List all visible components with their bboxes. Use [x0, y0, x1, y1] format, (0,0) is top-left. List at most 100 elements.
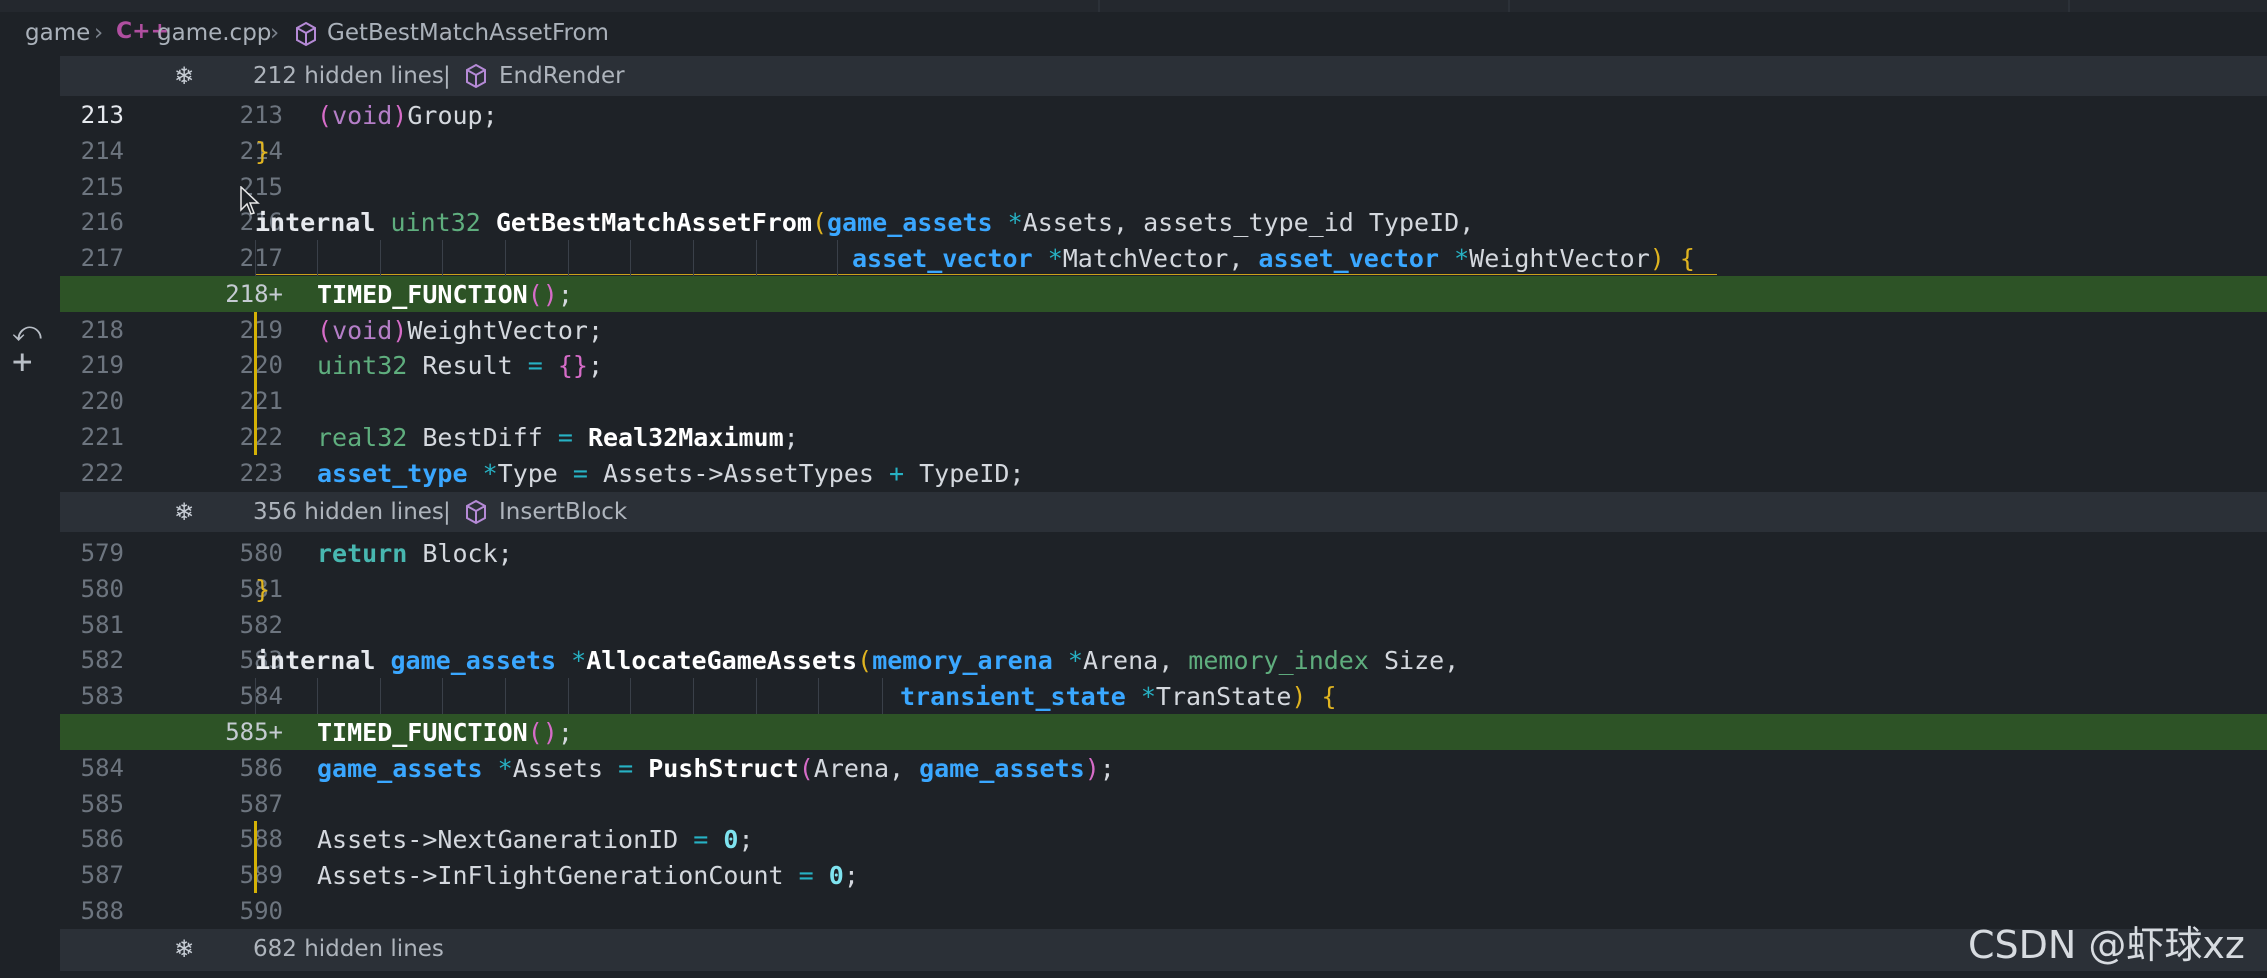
old-line-number: 221: [80, 423, 124, 451]
code-line: 584 586 game_assets *Assets = PushStruct…: [60, 750, 2267, 786]
code-text: (void)Group;: [317, 101, 498, 130]
code-line: 217 217 asset_vector *MatchVector, asset…: [60, 240, 2267, 276]
fold-symbol[interactable]: EndRender: [499, 63, 625, 89]
old-line-number: 213: [80, 101, 124, 129]
code-text: asset_vector *MatchVector, asset_vector …: [852, 244, 1695, 273]
new-line-number: 219: [239, 316, 283, 344]
old-line-number: 584: [80, 754, 124, 782]
code-text: }: [255, 137, 271, 166]
code-text: return Block;: [317, 539, 513, 568]
indent-guide: [882, 678, 883, 714]
code-line: 585 587: [60, 786, 2267, 822]
code-line: 581 582: [60, 607, 2267, 643]
chevron-right-icon: ›: [270, 20, 280, 46]
tab-separator: [1098, 0, 1100, 12]
breadcrumb-folder[interactable]: game: [25, 20, 90, 46]
fold-separator: |: [443, 499, 451, 525]
plus-icon[interactable]: +: [12, 345, 40, 379]
new-line-number: 586: [239, 754, 283, 782]
old-line-number: 579: [80, 539, 124, 567]
code-line: 586 588 Assets->NextGanerationID = 0;: [60, 821, 2267, 857]
code-text: internal uint32 GetBestMatchAssetFrom(ga…: [255, 208, 1475, 237]
code-line: 583 584 transient_state *TranState) {: [60, 678, 2267, 714]
old-line-number: 583: [80, 682, 124, 710]
change-marker: [254, 312, 257, 348]
gutter-strip: ⤺ +: [0, 56, 60, 978]
code-line: 218 219 (void)WeightVector;: [60, 312, 2267, 348]
indent-guide: [837, 240, 838, 276]
code-line: 220 221: [60, 383, 2267, 419]
code-text: asset_type *Type = Assets->AssetTypes + …: [317, 459, 1025, 488]
code-text: TIMED_FUNCTION();: [317, 718, 573, 747]
code-line: 219 220 uint32 Result = {};: [60, 347, 2267, 383]
change-marker: [254, 383, 257, 419]
indent-guide: [255, 240, 256, 276]
new-line-number: 590: [239, 897, 283, 925]
old-line-number: 588: [80, 897, 124, 925]
cube-icon: [294, 21, 318, 47]
watermark: CSDN @虾球xz: [1968, 923, 2245, 967]
new-line-number: 585+: [225, 718, 283, 746]
indent-guide: [380, 240, 381, 276]
tab-separator: [1508, 0, 1510, 12]
old-line-number: 587: [80, 861, 124, 889]
code-editor-diff-view: game › C++ game.cpp › GetBestMatchAssetF…: [0, 0, 2267, 978]
new-line-number: 213: [239, 101, 283, 129]
code-text: transient_state *TranState) {: [900, 682, 1337, 711]
old-line-number: 217: [80, 244, 124, 272]
new-line-number: 215: [239, 173, 283, 201]
old-line-number: 220: [80, 387, 124, 415]
code-line: 221 222 real32 BestDiff = Real32Maximum;: [60, 419, 2267, 455]
indent-guide: [505, 678, 506, 714]
old-line-number: 582: [80, 646, 124, 674]
code-line: 222 223 asset_type *Type = Assets->Asset…: [60, 455, 2267, 491]
mouse-cursor-icon: [240, 185, 260, 216]
breadcrumb-file[interactable]: game.cpp: [157, 20, 271, 46]
new-line-number: 588: [239, 825, 283, 853]
fold-separator: |: [443, 63, 451, 89]
breadcrumb-symbol[interactable]: GetBestMatchAssetFrom: [327, 20, 609, 46]
code-text: uint32 Result = {};: [317, 351, 604, 380]
old-line-number: 586: [80, 825, 124, 853]
indent-guide: [630, 678, 631, 714]
code-text: (void)WeightVector;: [317, 316, 604, 345]
tab-separator: [2068, 0, 2070, 12]
indent-guide: [317, 240, 318, 276]
cube-icon: [464, 499, 488, 525]
unfold-icon[interactable]: ❄: [174, 935, 204, 963]
new-line-number: 220: [239, 351, 283, 379]
old-line-number: 218: [80, 316, 124, 344]
new-line-number: 587: [239, 790, 283, 818]
indent-guide: [380, 678, 381, 714]
new-line-number: 223: [239, 459, 283, 487]
indent-guide: [442, 240, 443, 276]
new-line-number: 589: [239, 861, 283, 889]
code-line: 587 589 Assets->InFlightGenerationCount …: [60, 857, 2267, 893]
hidden-lines-bar[interactable]: ❄ 356 hidden lines | InsertBlock: [60, 492, 2267, 532]
code-line: 582 583 internal game_assets *AllocateGa…: [60, 642, 2267, 678]
indent-guide: [693, 678, 694, 714]
hidden-lines-bar[interactable]: ❄ 212 hidden lines | EndRender: [60, 56, 2267, 96]
code-text: game_assets *Assets = PushStruct(Arena, …: [317, 754, 1115, 783]
indent-guide: [756, 678, 757, 714]
new-line-number: 222: [239, 423, 283, 451]
new-line-number: 218+: [225, 280, 283, 308]
change-marker: [254, 821, 257, 857]
indent-guide: [505, 240, 506, 276]
wrap-guide: [255, 274, 1717, 275]
code-text: TIMED_FUNCTION();: [317, 280, 573, 309]
added-line: 585+ TIMED_FUNCTION();: [60, 714, 2267, 750]
code-line: 216 216 internal uint32 GetBestMatchAsse…: [60, 204, 2267, 240]
old-line-number: 215: [80, 173, 124, 201]
cube-icon: [464, 63, 488, 89]
unfold-icon[interactable]: ❄: [174, 62, 204, 90]
indent-guide: [442, 678, 443, 714]
unfold-icon[interactable]: ❄: [174, 498, 204, 526]
hidden-lines-bar[interactable]: ❄ 682 hidden lines: [60, 929, 2267, 971]
fold-symbol[interactable]: InsertBlock: [499, 499, 627, 525]
indent-guide: [568, 240, 569, 276]
new-line-number: 584: [239, 682, 283, 710]
change-marker: [254, 347, 257, 383]
code-line: 588 590: [60, 893, 2267, 929]
hidden-lines-count: 356 hidden lines: [253, 499, 444, 525]
